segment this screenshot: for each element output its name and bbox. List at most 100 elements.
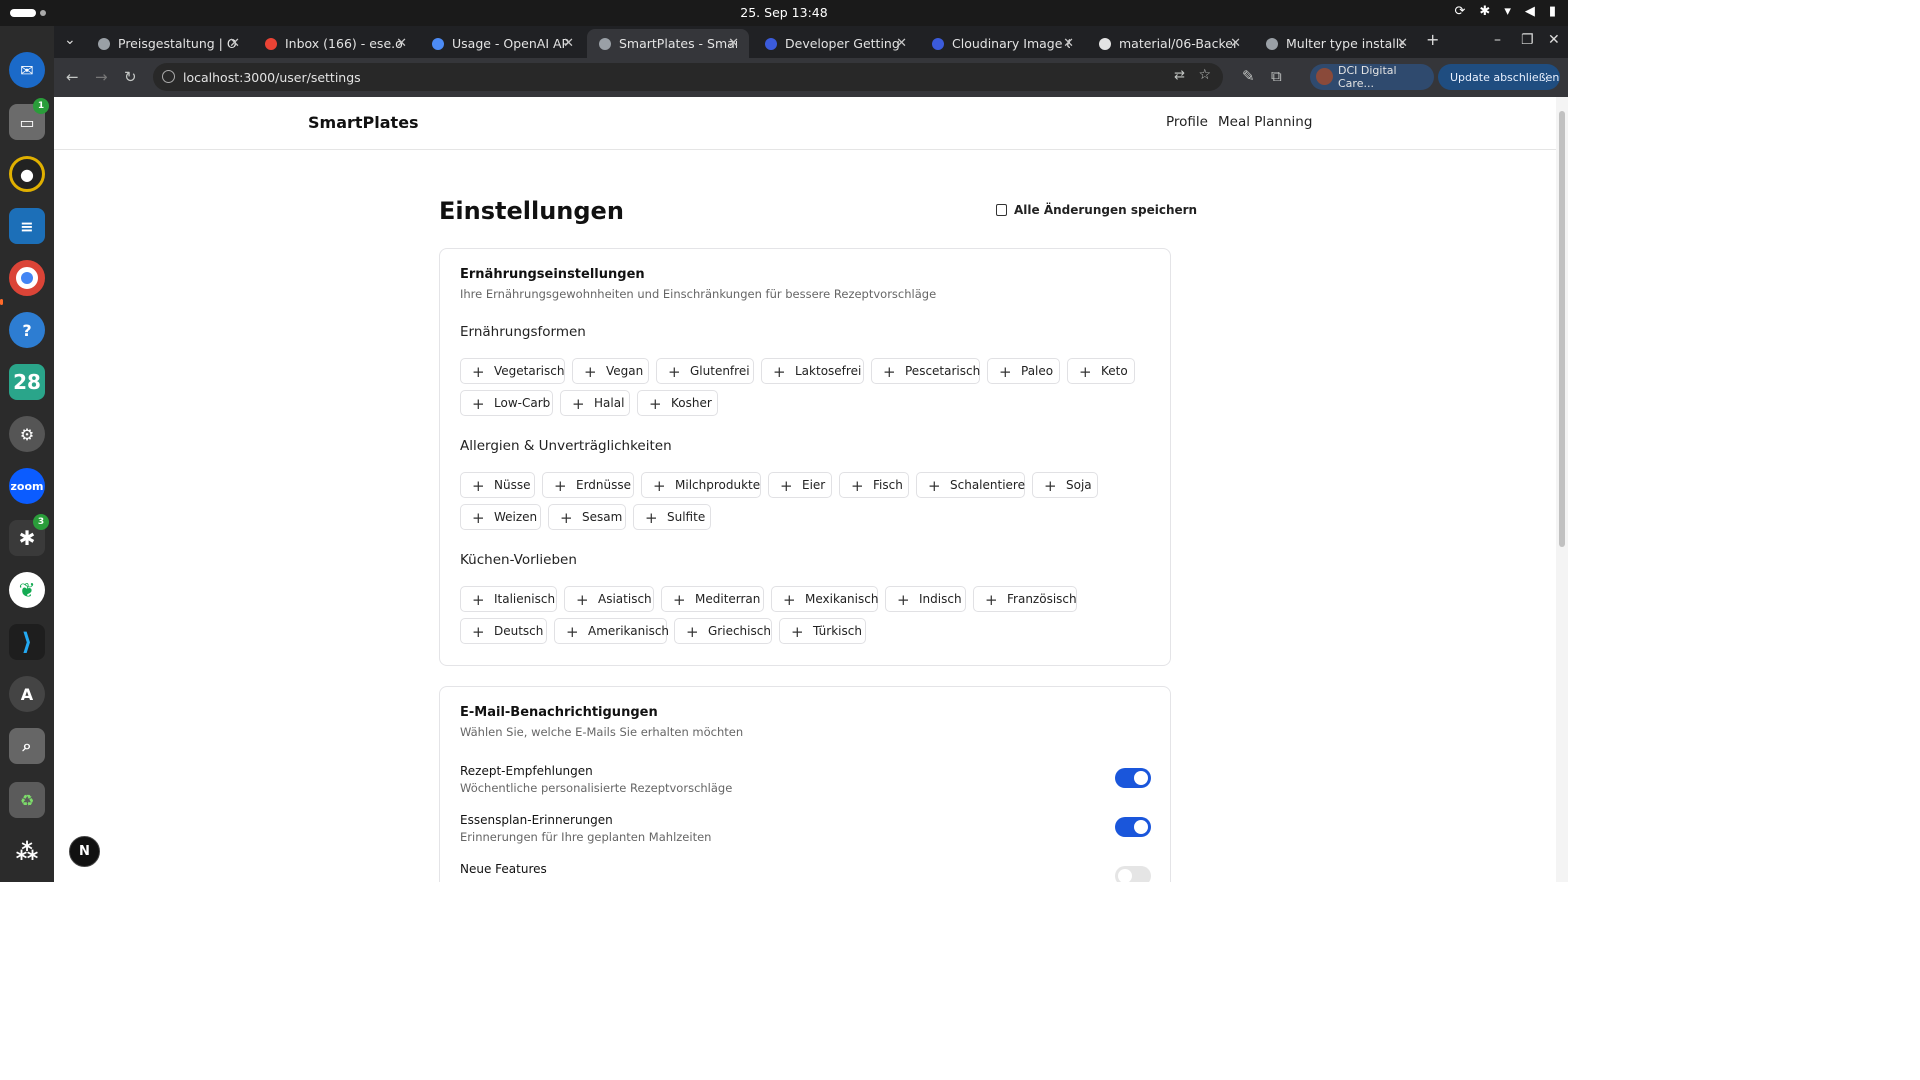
browser-tab[interactable]: Developer Getting S ✕ xyxy=(753,29,917,58)
plus-icon: + xyxy=(1079,363,1092,381)
close-window-icon[interactable]: ✕ xyxy=(1548,32,1560,48)
allergy-chip-soja[interactable]: + Soja xyxy=(1032,472,1098,498)
site-info-icon[interactable] xyxy=(162,70,175,83)
allergy-chip-sulfite[interactable]: + Sulfite xyxy=(633,504,711,530)
browser-tab[interactable]: material/06-Backen ✕ xyxy=(1087,29,1251,58)
cuisine-chip-tuerkisch[interactable]: + Türkisch xyxy=(779,618,866,644)
close-tab-icon[interactable]: ✕ xyxy=(1063,36,1074,51)
page-scrollbar[interactable] xyxy=(1556,97,1568,882)
new-tab-icon[interactable]: + xyxy=(1426,30,1439,49)
rhythmbox-icon[interactable]: ● xyxy=(9,156,45,192)
diet-chip-keto[interactable]: + Keto xyxy=(1067,358,1135,384)
extensions-icon[interactable]: ⧉ xyxy=(1271,67,1282,85)
cuisine-chip-deutsch[interactable]: + Deutsch xyxy=(460,618,547,644)
wifi-icon[interactable]: ▾ xyxy=(1504,4,1511,19)
close-tab-icon[interactable]: ✕ xyxy=(896,36,907,51)
system-tray[interactable]: ⟳ ✱ ▾ ◀ ▮ xyxy=(1455,4,1557,19)
update-button[interactable]: Update abschließen ⋮ xyxy=(1438,64,1560,90)
diet-chip-vegan[interactable]: + Vegan xyxy=(572,358,649,384)
calendar-icon[interactable]: 28 xyxy=(9,364,45,400)
recipe-recommendations-toggle[interactable] xyxy=(1115,768,1151,788)
nextjs-dev-indicator[interactable]: N xyxy=(69,836,100,867)
diet-chip-vegetarisch[interactable]: + Vegetarisch xyxy=(460,358,565,384)
web-page: SmartPlates Profile Meal Planning Einste… xyxy=(54,97,1556,882)
minimize-icon[interactable]: – xyxy=(1494,32,1501,48)
vscode-icon[interactable]: ⟩ xyxy=(9,624,45,660)
slack-icon[interactable]: ✱ 3 xyxy=(9,514,49,556)
browser-tab-active[interactable]: SmartPlates - Smart ✕ xyxy=(587,29,749,58)
close-tab-icon[interactable]: ✕ xyxy=(728,36,739,51)
save-all-button[interactable]: Alle Änderungen speichern xyxy=(996,203,1197,217)
diet-chip-kosher[interactable]: + Kosher xyxy=(637,390,718,416)
meal-plan-reminders-toggle[interactable] xyxy=(1115,817,1151,837)
cuisine-chip-griechisch[interactable]: + Griechisch xyxy=(674,618,772,644)
allergy-chip-erdnuesse[interactable]: + Erdnüsse xyxy=(542,472,634,498)
app-center-icon[interactable]: A xyxy=(9,676,45,712)
translate-icon[interactable]: ⇄ xyxy=(1174,68,1185,83)
browser-tab[interactable]: Multer type installa ✕ xyxy=(1254,29,1418,58)
battery-icon[interactable]: ▮ xyxy=(1549,4,1556,19)
diet-chip-low-carb[interactable]: + Low-Carb xyxy=(460,390,553,416)
browser-tab[interactable]: Usage - OpenAI API ✕ xyxy=(420,29,584,58)
close-tab-icon[interactable]: ✕ xyxy=(1230,36,1241,51)
writer-icon[interactable]: ≡ xyxy=(9,208,45,244)
close-tab-icon[interactable]: ✕ xyxy=(229,36,240,51)
allergy-chip-sesam[interactable]: + Sesam xyxy=(548,504,626,530)
cuisine-chip-amerikanisch[interactable]: + Amerikanisch xyxy=(554,618,669,644)
reload-icon[interactable]: ↻ xyxy=(124,68,137,86)
bookmark-star-icon[interactable]: ☆ xyxy=(1198,67,1211,83)
trash-icon[interactable]: ♻ xyxy=(9,782,45,818)
address-bar[interactable]: localhost:3000/user/settings ⇄ ☆ xyxy=(153,63,1223,91)
new-features-toggle[interactable] xyxy=(1115,866,1151,882)
slack-tray-icon[interactable]: ✱ xyxy=(1479,4,1490,19)
cuisine-chip-italienisch[interactable]: + Italienisch xyxy=(460,586,557,612)
diet-chip-halal[interactable]: + Halal xyxy=(560,390,630,416)
pen-extension-icon[interactable]: ✎ xyxy=(1242,67,1255,85)
nav-link-profile[interactable]: Profile xyxy=(1166,114,1208,130)
allergy-chip-nuesse[interactable]: + Nüsse xyxy=(460,472,535,498)
diet-chip-pescetarisch[interactable]: + Pescetarisch xyxy=(871,358,980,384)
browser-tab[interactable]: Cloudinary Image & ✕ xyxy=(920,29,1084,58)
scrollbar-thumb[interactable] xyxy=(1559,111,1565,547)
cuisine-chip-asiatisch[interactable]: + Asiatisch xyxy=(564,586,654,612)
screenshot-tool-icon[interactable]: ⌕ xyxy=(9,728,45,764)
close-tab-icon[interactable]: ✕ xyxy=(396,36,407,51)
diet-chip-paleo[interactable]: + Paleo xyxy=(987,358,1060,384)
plus-icon: + xyxy=(645,509,658,527)
browser-tab[interactable]: Preisgestaltung | Op ✕ xyxy=(86,29,250,58)
browser-tab[interactable]: Inbox (166) - ese.os ✕ xyxy=(253,29,417,58)
allergy-chip-eier[interactable]: + Eier xyxy=(768,472,832,498)
files-icon[interactable]: ▭ 1 xyxy=(9,98,49,140)
help-icon[interactable]: ? xyxy=(9,312,45,348)
settings-gear-icon[interactable]: ⚙ xyxy=(9,416,45,452)
sync-icon[interactable]: ⟳ xyxy=(1455,4,1466,19)
system-clock[interactable]: 25. Sep 13:48 xyxy=(0,5,1568,20)
nav-link-meal-planning[interactable]: Meal Planning xyxy=(1218,114,1312,130)
app-brand[interactable]: SmartPlates xyxy=(308,113,419,132)
diet-chip-laktosefrei[interactable]: + Laktosefrei xyxy=(761,358,864,384)
cuisine-chip-indisch[interactable]: + Indisch xyxy=(885,586,966,612)
thunderbird-icon[interactable]: ✉ xyxy=(9,52,45,88)
back-icon[interactable]: ← xyxy=(66,68,79,86)
diet-chip-glutenfrei[interactable]: + Glutenfrei xyxy=(656,358,754,384)
close-tab-icon[interactable]: ✕ xyxy=(563,36,574,51)
allergy-chip-schalentiere[interactable]: + Schalentiere xyxy=(916,472,1025,498)
cuisine-chip-mediterran[interactable]: + Mediterran xyxy=(661,586,764,612)
profile-chip[interactable]: DCI Digital Care... xyxy=(1310,64,1434,90)
allergy-chip-weizen[interactable]: + Weizen xyxy=(460,504,541,530)
cuisine-chip-mexikanisch[interactable]: + Mexikanisch xyxy=(771,586,878,612)
zoom-icon[interactable]: zoom xyxy=(9,468,45,504)
maximize-icon[interactable]: ❐ xyxy=(1521,32,1534,48)
forward-icon[interactable]: → xyxy=(95,68,108,86)
allergy-chip-fisch[interactable]: + Fisch xyxy=(839,472,909,498)
chrome-icon[interactable] xyxy=(9,260,45,296)
more-menu-icon[interactable]: ⋮ xyxy=(1541,71,1552,84)
volume-icon[interactable]: ◀ xyxy=(1525,4,1535,19)
show-apps-icon[interactable]: ⁂ xyxy=(9,834,45,870)
cuisine-chip-franzoesisch[interactable]: + Französisch xyxy=(973,586,1077,612)
mongodb-compass-icon[interactable]: ❦ xyxy=(9,572,45,608)
tab-search-icon[interactable]: ⌄ xyxy=(64,32,76,48)
close-tab-icon[interactable]: ✕ xyxy=(1397,36,1408,51)
plus-icon: + xyxy=(791,623,804,641)
allergy-chip-milchprodukte[interactable]: + Milchprodukte xyxy=(641,472,761,498)
